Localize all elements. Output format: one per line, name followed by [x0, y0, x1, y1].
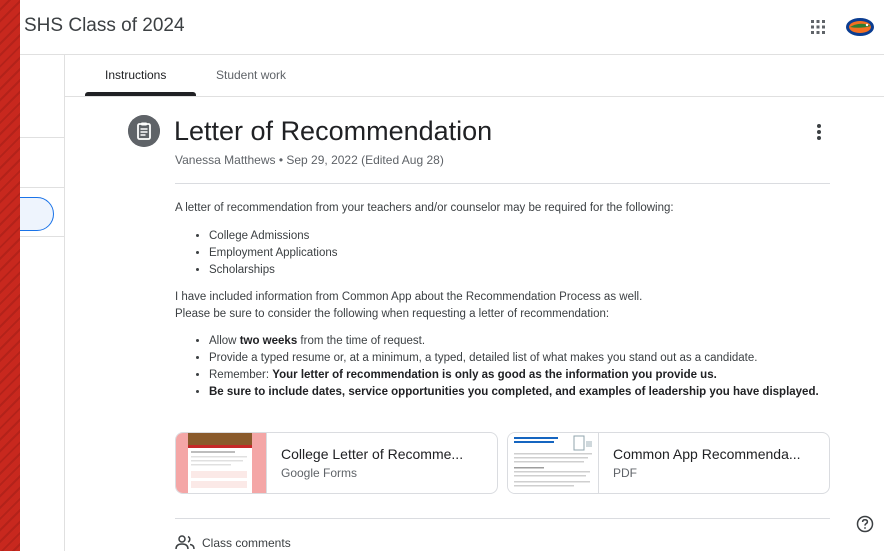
apps-grid-icon[interactable]	[809, 18, 827, 36]
help-icon[interactable]	[856, 515, 874, 533]
list-item: Be sure to include dates, service opport…	[209, 384, 845, 401]
list-item: Provide a typed resume or, at a minimum,…	[209, 350, 845, 367]
attachment-thumbnail	[508, 433, 599, 493]
people-icon	[175, 535, 195, 550]
header-divider	[175, 183, 830, 184]
list-item: Remember: Your letter of recommendation …	[209, 367, 845, 384]
requirements-list: College Admissions Employment Applicatio…	[175, 228, 845, 279]
form-thumbnail-icon	[176, 433, 266, 493]
intro-text: A letter of recommendation from your tea…	[175, 202, 674, 214]
top-app-bar: SHS Class of 2024	[20, 0, 884, 55]
info-text-line-1: I have included information from Common …	[175, 291, 643, 303]
tab-student-work[interactable]: Student work	[216, 68, 286, 82]
pdf-thumbnail-icon	[508, 433, 598, 493]
gator-logo-avatar[interactable]	[845, 14, 875, 40]
assignment-title: Letter of Recommendation	[174, 116, 493, 146]
attachment-title[interactable]: Common App Recommenda...	[613, 446, 801, 462]
active-tab-indicator	[85, 92, 196, 96]
tab-bar: Instructions Student work	[65, 55, 884, 97]
list-item: Scholarships	[209, 262, 845, 279]
attachment-type: Google Forms	[281, 466, 358, 480]
guidelines-list: Allow two weeks from the time of request…	[175, 333, 845, 401]
attachment-card-forms[interactable]: College Letter of Recomme... Google Form…	[175, 432, 498, 494]
attachment-title[interactable]: College Letter of Recomme...	[281, 446, 463, 462]
info-text-line-2: Please be sure to consider the following…	[175, 308, 610, 320]
list-item: Employment Applications	[209, 245, 845, 262]
attachment-card-pdf[interactable]: Common App Recommenda... PDF	[507, 432, 830, 494]
attachment-type: PDF	[613, 466, 637, 480]
more-vert-icon[interactable]	[810, 121, 828, 143]
sidebar-divider	[20, 187, 64, 188]
tab-instructions[interactable]: Instructions	[105, 68, 166, 82]
sidebar-collapsed	[20, 55, 65, 551]
classroom-window: SHS Class of 2024 Instructions Student w…	[20, 0, 884, 551]
list-item: College Admissions	[209, 228, 845, 245]
class-title[interactable]: SHS Class of 2024	[24, 15, 185, 37]
assignment-description: A letter of recommendation from your tea…	[175, 200, 845, 401]
attachment-thumbnail	[176, 433, 267, 493]
sidebar-selected-item[interactable]	[20, 197, 54, 231]
class-comments-label[interactable]: Class comments	[202, 536, 291, 550]
assignment-meta: Vanessa Matthews • Sep 29, 2022 (Edited …	[175, 153, 444, 167]
assignment-icon	[128, 115, 160, 147]
comments-divider	[175, 518, 830, 519]
sidebar-divider	[20, 137, 64, 138]
list-item: Allow two weeks from the time of request…	[209, 333, 845, 350]
sidebar-divider	[20, 236, 64, 237]
